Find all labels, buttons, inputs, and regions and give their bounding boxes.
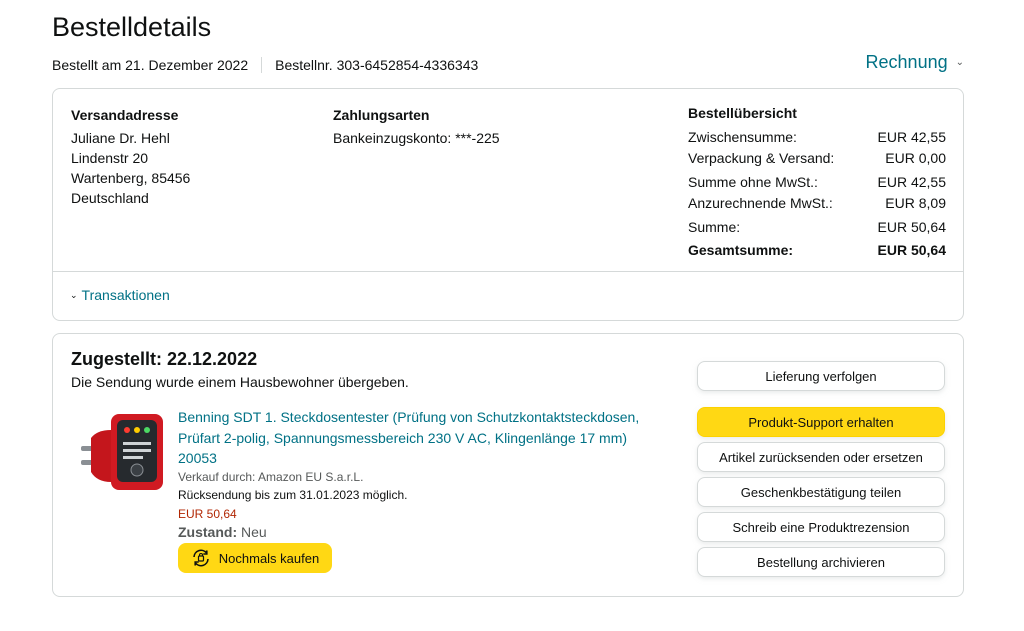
totals-label: Gesamtsumme: <box>688 242 794 258</box>
transactions-label: Transaktionen <box>81 287 170 303</box>
totals-row: Verpackung & Versand: EUR 0,00 <box>688 148 946 169</box>
product-image[interactable] <box>77 408 167 494</box>
totals-row: Summe: EUR 50,64 <box>688 217 946 238</box>
socket-tester-image <box>81 414 163 490</box>
invoice-dropdown[interactable]: Rechnung ⌄ <box>866 52 964 73</box>
totals-value: EUR 50,64 <box>877 242 946 258</box>
transactions-toggle[interactable]: ⌄ Transaktionen <box>70 287 170 303</box>
delivery-status-title: Zugestellt: 22.12.2022 <box>71 349 258 369</box>
payment-methods: Zahlungsarten Bankeinzugskonto: ***-225 <box>333 105 500 148</box>
return-window: Rücksendung bis zum 31.01.2023 möglich. <box>178 488 408 502</box>
totals-value: EUR 42,55 <box>877 174 946 190</box>
shipping-address: Versandadresse Juliane Dr. Hehl Lindenst… <box>71 105 190 208</box>
seller-info: Verkauf durch: Amazon EU S.a.r.L. <box>178 470 364 484</box>
return-replace-button[interactable]: Artikel zurücksenden oder ersetzen <box>697 442 945 472</box>
order-number: Bestellnr. 303-6452854-4336343 <box>275 57 479 73</box>
product-condition: Zustand: Neu <box>178 524 267 540</box>
divider <box>53 271 963 272</box>
order-date: Bestellt am 21. Dezember 2022 <box>52 57 249 73</box>
totals-title: Bestellübersicht <box>688 105 797 121</box>
address-line: Wartenberg, 85456 <box>71 170 191 186</box>
totals-row: Anzurechnende MwSt.: EUR 8,09 <box>688 193 946 214</box>
shipping-address-title: Versandadresse <box>71 107 179 123</box>
totals-row: Summe ohne MwSt.: EUR 42,55 <box>688 172 946 193</box>
totals-value: EUR 8,09 <box>885 195 946 211</box>
totals-label: Verpackung & Versand: <box>688 150 835 166</box>
address-line: Juliane Dr. Hehl <box>71 130 170 146</box>
totals-value: EUR 0,00 <box>885 150 946 166</box>
write-review-button[interactable]: Schreib eine Produktrezension <box>697 512 945 542</box>
buy-again-label: Nochmals kaufen <box>218 550 320 566</box>
product-title-link[interactable]: Benning SDT 1. Steckdosentester (Prüfung… <box>178 407 648 469</box>
page-title: Bestelldetails <box>52 12 212 42</box>
track-delivery-button[interactable]: Lieferung verfolgen <box>697 361 945 391</box>
totals-label: Zwischensumme: <box>688 129 797 145</box>
share-gift-receipt-button[interactable]: Geschenkbestätigung teilen <box>697 477 945 507</box>
address-line: Deutschland <box>71 190 149 206</box>
totals-value: EUR 42,55 <box>877 129 946 145</box>
chevron-down-icon: ⌄ <box>955 57 964 68</box>
product-price: EUR 50,64 <box>178 507 237 521</box>
delivery-status-subtitle: Die Sendung wurde einem Hausbewohner übe… <box>71 374 409 390</box>
buy-again-button[interactable]: Nochmals kaufen <box>178 543 332 573</box>
order-totals: Bestellübersicht Zwischensumme: EUR 42,5… <box>688 105 946 261</box>
condition-value: Neu <box>241 524 267 540</box>
shipment-card: Zugestellt: 22.12.2022 Die Sendung wurde… <box>52 333 964 597</box>
order-summary-card: Versandadresse Juliane Dr. Hehl Lindenst… <box>52 88 964 321</box>
totals-value: EUR 50,64 <box>877 219 946 235</box>
address-line: Lindenstr 20 <box>71 150 149 166</box>
totals-label: Anzurechnende MwSt.: <box>688 195 833 211</box>
buy-again-icon <box>192 549 209 567</box>
payment-method: Bankeinzugskonto: ***-225 <box>333 130 500 146</box>
invoice-label: Rechnung <box>865 52 948 72</box>
totals-label: Summe: <box>688 219 741 235</box>
grand-total-row: Gesamtsumme: EUR 50,64 <box>688 240 946 261</box>
archive-order-button[interactable]: Bestellung archivieren <box>697 547 945 577</box>
product-support-button[interactable]: Produkt-Support erhalten <box>697 407 945 437</box>
totals-row: Zwischensumme: EUR 42,55 <box>688 127 946 148</box>
totals-label: Summe ohne MwSt.: <box>688 174 818 190</box>
condition-label: Zustand: <box>178 524 238 540</box>
payment-title: Zahlungsarten <box>333 107 430 123</box>
order-meta: Bestellt am 21. Dezember 2022 Bestellnr.… <box>52 57 478 73</box>
divider <box>261 57 263 73</box>
chevron-down-icon: ⌄ <box>70 289 78 300</box>
